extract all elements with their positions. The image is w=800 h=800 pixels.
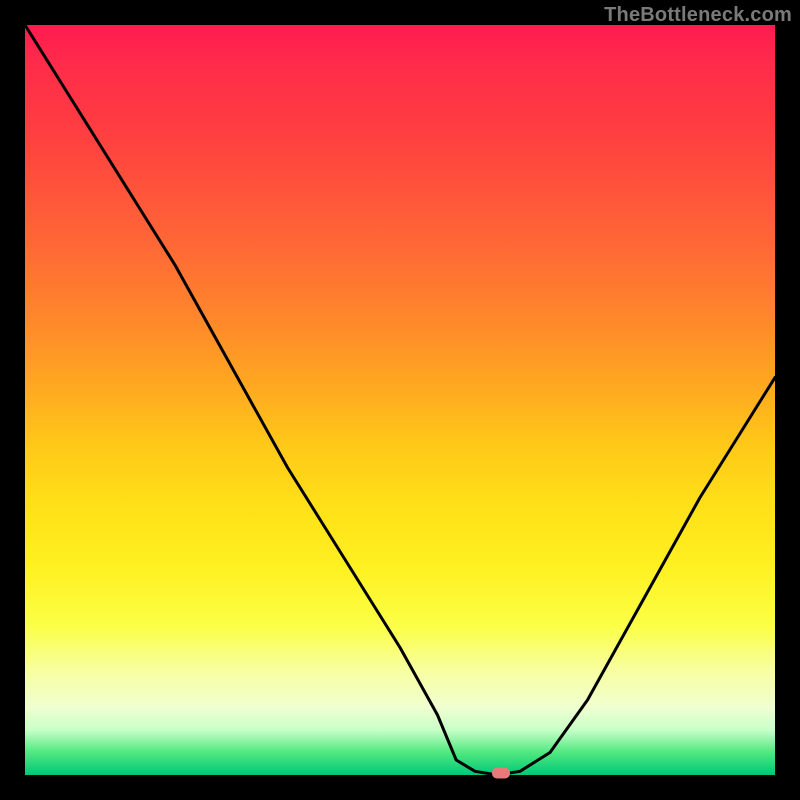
plot-area <box>25 25 775 775</box>
watermark: TheBottleneck.com <box>604 4 792 27</box>
bottleneck-marker <box>492 767 510 778</box>
curve-svg <box>25 25 775 775</box>
chart-container: TheBottleneck.com <box>0 0 800 800</box>
bottleneck-curve <box>25 25 775 775</box>
